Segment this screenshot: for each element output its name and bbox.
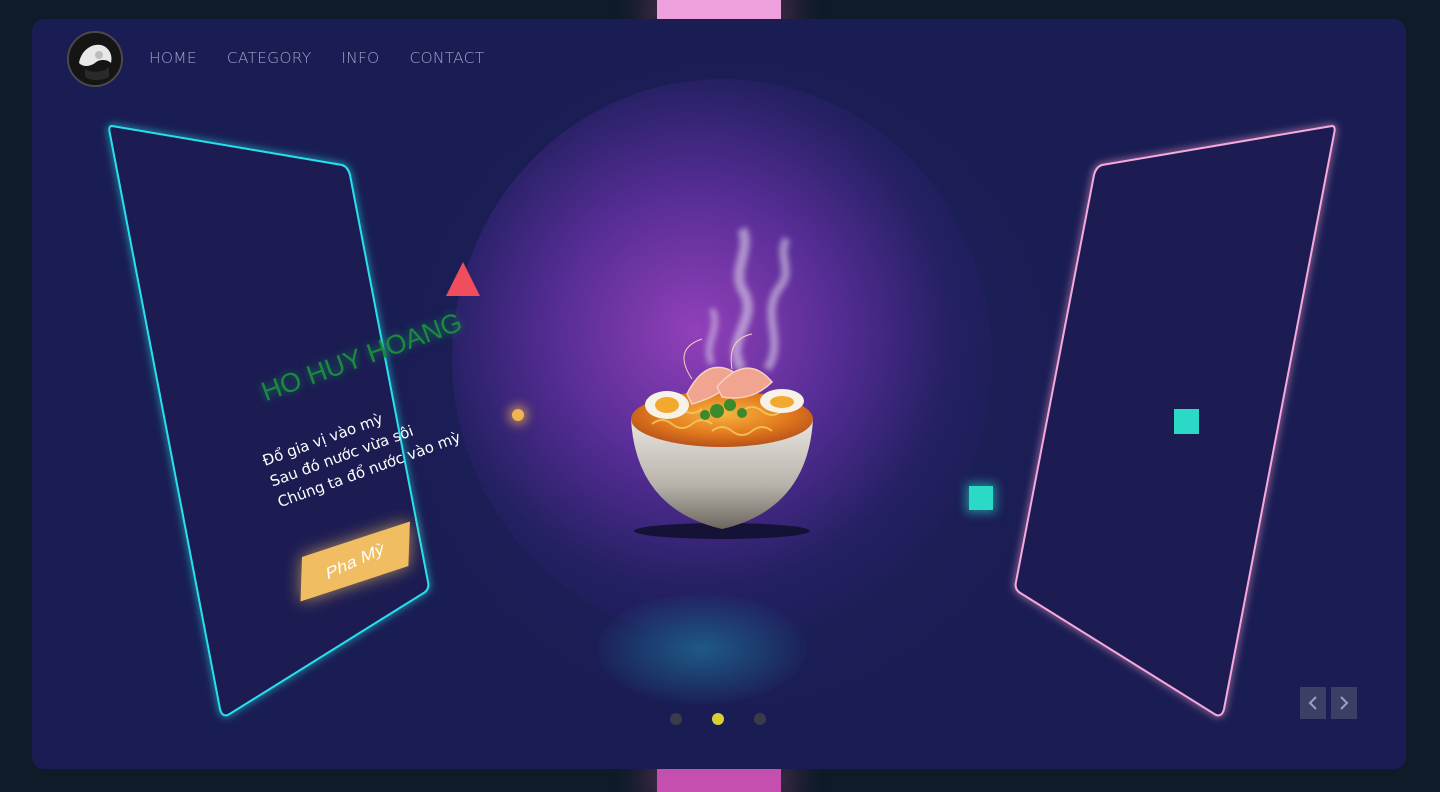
top-light-beam: [657, 0, 781, 19]
next-slide-button[interactable]: [1331, 687, 1357, 719]
chevron-right-icon: [1340, 696, 1349, 710]
noodle-bowl-image: [631, 226, 813, 539]
orange-orb-decoration: [512, 409, 524, 421]
steam: [706, 226, 791, 372]
prev-slide-button[interactable]: [1300, 687, 1326, 719]
slide-dot-2[interactable]: [712, 713, 724, 725]
slide-dot-1[interactable]: [670, 713, 682, 725]
red-triangle-decoration: [446, 262, 480, 296]
teal-square-decoration: [969, 486, 993, 510]
hero-stage: HOME CATEGORY INFO CONTACT HO HUY HOANG …: [32, 19, 1406, 769]
bottom-light-beam: [657, 769, 781, 792]
slider-pagination: [670, 713, 766, 725]
chevron-left-icon: [1308, 696, 1317, 710]
slider-arrows: [1300, 687, 1357, 719]
teal-square-decoration-right: [1174, 409, 1199, 434]
slide-dot-3[interactable]: [754, 713, 766, 725]
page: HOME CATEGORY INFO CONTACT HO HUY HOANG …: [0, 0, 1440, 792]
